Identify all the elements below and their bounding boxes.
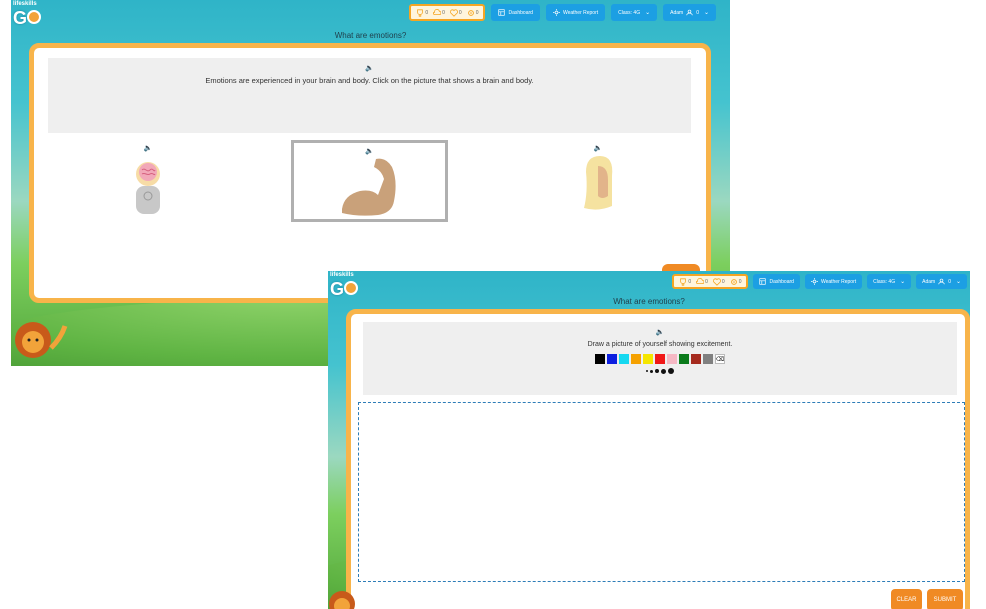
- color-swatch[interactable]: [607, 354, 617, 364]
- eraser-icon[interactable]: ⌫: [715, 354, 725, 364]
- speaker-icon[interactable]: 🔈: [594, 144, 603, 152]
- cloud-icon: [433, 8, 442, 15]
- heart-icon: [712, 277, 721, 286]
- weather-report-button[interactable]: Weather Report: [804, 274, 863, 289]
- gear-stat: 0: [467, 9, 478, 17]
- user-menu[interactable]: Adam 0 ⌄: [916, 274, 967, 289]
- lion-mascot-image: [329, 591, 355, 609]
- caret-down-icon: ⌄: [900, 279, 906, 285]
- trophy-stat: 0: [679, 277, 691, 286]
- page-title: What are emotions?: [334, 31, 407, 40]
- dashboard-button[interactable]: Dashboard: [491, 4, 540, 21]
- color-swatch[interactable]: [691, 354, 701, 364]
- color-swatch[interactable]: [631, 354, 641, 364]
- hair-head-image: [584, 156, 613, 210]
- color-palette: ⌫: [363, 354, 957, 364]
- activity-card: 🔈 Emotions are experienced in your brain…: [29, 43, 711, 303]
- submit-button[interactable]: SUBMIT: [927, 589, 963, 609]
- heart-icon: [449, 8, 458, 17]
- sun-icon: [810, 278, 818, 285]
- speaker-icon[interactable]: 🔈: [363, 328, 957, 336]
- brush-size-dot[interactable]: [646, 370, 648, 372]
- brush-size-picker: [363, 368, 957, 374]
- top-toolbar: 0 0 0 0 Dashboard Weather Report Class: …: [672, 274, 967, 289]
- choice-hair-head[interactable]: 🔈: [538, 140, 658, 222]
- mascot-icon: [27, 10, 41, 24]
- gear-icon: [730, 278, 737, 285]
- speaker-icon[interactable]: 🔈: [144, 144, 153, 152]
- logo-letter: G: [13, 8, 28, 28]
- caret-down-icon: ⌄: [955, 279, 961, 285]
- dashboard-button[interactable]: Dashboard: [753, 274, 800, 289]
- weather-report-button[interactable]: Weather Report: [545, 4, 606, 21]
- flexed-arm-image: [341, 158, 396, 216]
- prompt-box: 🔈 Draw a picture of yourself showing exc…: [363, 322, 957, 395]
- heart-stat: 0: [712, 277, 725, 286]
- brain-body-image: [136, 162, 160, 214]
- top-toolbar: 0 0 0 0 Dashboard Weather Report Class: …: [409, 4, 716, 21]
- color-swatch[interactable]: [703, 354, 713, 364]
- cloud-icon: [696, 277, 705, 284]
- dashboard-icon: [498, 9, 506, 16]
- choice-flexed-arm[interactable]: 🔈: [291, 140, 448, 222]
- trophy-stat: 0: [416, 8, 428, 17]
- brush-size-dot[interactable]: [668, 368, 674, 374]
- app-logo[interactable]: lifeskills G: [11, 0, 45, 30]
- class-select[interactable]: Class: 4G ⌄: [867, 274, 912, 289]
- trophy-icon: [417, 8, 424, 17]
- lion-mascot-image: [15, 322, 68, 358]
- brush-size-dot[interactable]: [661, 368, 666, 374]
- cloud-stat: 0: [696, 277, 708, 286]
- logo-text: lifeskills: [330, 272, 354, 278]
- color-swatch[interactable]: [655, 354, 665, 364]
- stats-panel: 0 0 0 0: [409, 4, 486, 21]
- prompt-text: Draw a picture of yourself showing excit…: [587, 341, 733, 348]
- caret-down-icon: ⌄: [703, 10, 709, 16]
- clear-button[interactable]: CLEAR: [891, 589, 922, 609]
- mascot-icon: [344, 281, 358, 295]
- speaker-icon[interactable]: 🔈: [48, 64, 691, 72]
- brush-size-dot[interactable]: [650, 369, 653, 373]
- page-title: What are emotions?: [613, 297, 685, 306]
- drawing-canvas[interactable]: [358, 402, 965, 582]
- screenshot-draw-picture: lifeskills G 0 0 0 0 Dashboard Weather R…: [328, 271, 970, 609]
- heart-stat: 0: [449, 8, 462, 17]
- gear-icon: [467, 9, 474, 16]
- cloud-stat: 0: [433, 8, 445, 17]
- color-swatch[interactable]: [667, 354, 677, 364]
- class-select[interactable]: Class: 4G ⌄: [611, 4, 658, 21]
- choice-brain-body[interactable]: 🔈: [88, 140, 208, 222]
- color-swatch[interactable]: [595, 354, 605, 364]
- color-swatch[interactable]: [619, 354, 629, 364]
- dashboard-icon: [759, 278, 767, 285]
- user-avatar-icon: [938, 278, 945, 285]
- color-swatch[interactable]: [643, 354, 653, 364]
- prompt-box: 🔈 Emotions are experienced in your brain…: [48, 58, 691, 133]
- trophy-icon: [680, 277, 687, 286]
- brush-size-dot[interactable]: [655, 369, 659, 373]
- activity-card: 🔈 Draw a picture of yourself showing exc…: [346, 309, 970, 609]
- logo-text: lifeskills: [13, 1, 37, 7]
- stats-panel: 0 0 0 0: [672, 274, 749, 289]
- speaker-icon[interactable]: 🔈: [365, 147, 374, 155]
- gear-stat: 0: [730, 278, 741, 286]
- color-swatch[interactable]: [679, 354, 689, 364]
- user-menu[interactable]: Adam 0 ⌄: [663, 4, 716, 21]
- sun-icon: [552, 9, 560, 16]
- prompt-text: Emotions are experienced in your brain a…: [205, 76, 534, 85]
- choice-list: 🔈 🔈 🔈: [48, 140, 691, 225]
- caret-down-icon: ⌄: [645, 10, 651, 16]
- user-avatar-icon: [686, 9, 693, 16]
